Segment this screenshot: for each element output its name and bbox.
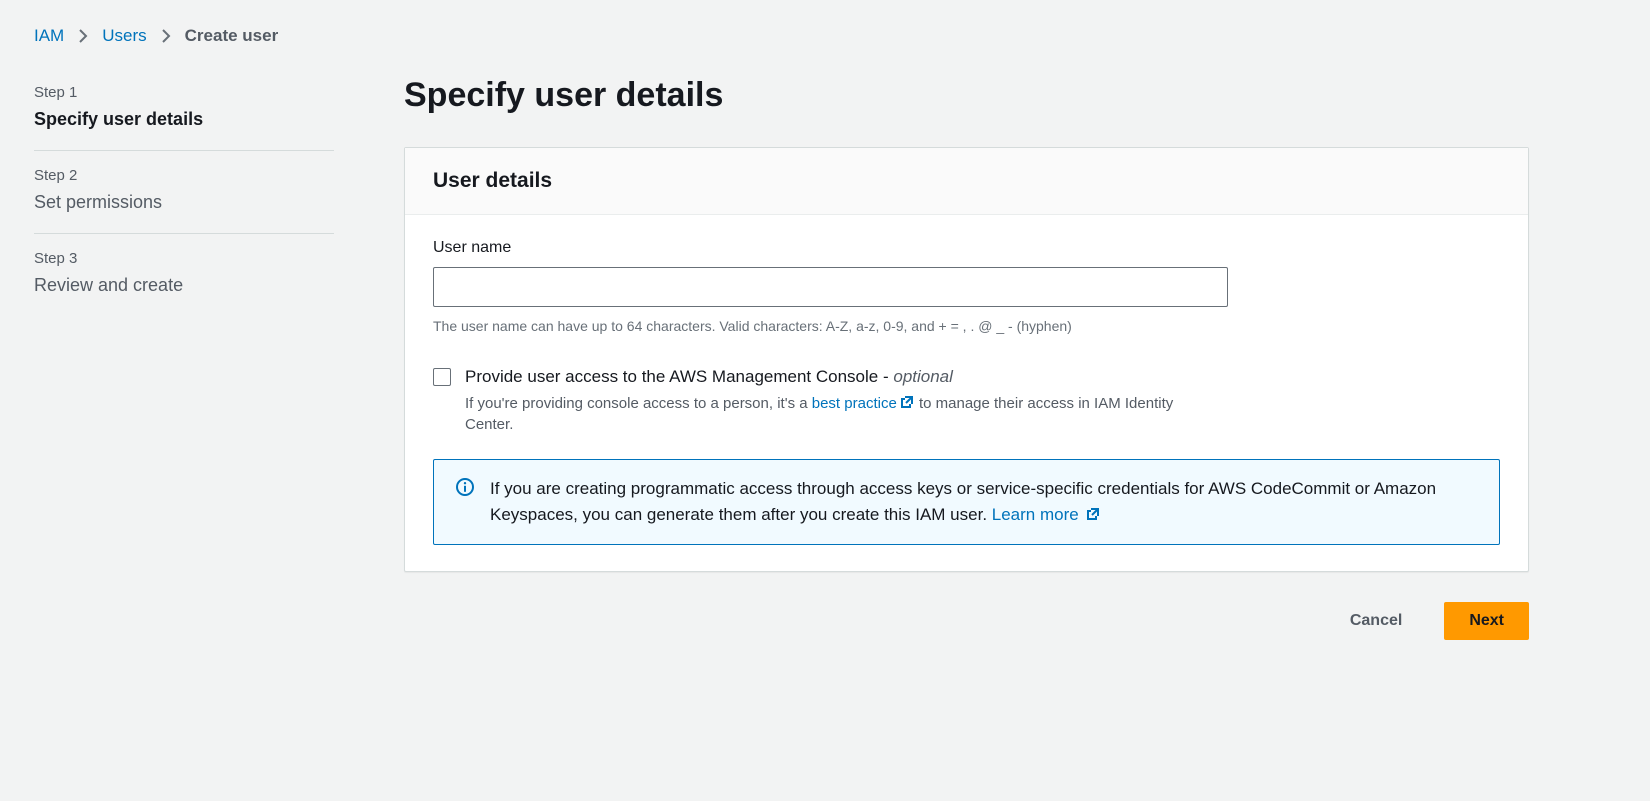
best-practice-link-text: best practice: [812, 395, 897, 412]
wizard-step-3[interactable]: Step 3 Review and create: [34, 234, 334, 316]
console-access-label[interactable]: Provide user access to the AWS Managemen…: [465, 367, 953, 386]
page-title: Specify user details: [404, 72, 1529, 120]
chevron-right-icon: [161, 29, 171, 43]
info-alert-body: If you are creating programmatic access …: [490, 479, 1436, 524]
wizard-step-1[interactable]: Step 1 Specify user details: [34, 68, 334, 151]
external-link-icon: [1085, 506, 1101, 522]
panel-title: User details: [433, 166, 1500, 195]
step-kicker: Step 2: [34, 165, 334, 186]
next-button[interactable]: Next: [1444, 602, 1529, 640]
console-access-label-optional: optional: [893, 367, 953, 386]
external-link-icon: [899, 394, 915, 410]
breadcrumb-link-users[interactable]: Users: [102, 24, 146, 48]
main-content: Specify user details User details User n…: [404, 68, 1529, 640]
wizard-actions: Cancel Next: [404, 602, 1529, 640]
info-icon: [456, 478, 474, 502]
wizard-step-2[interactable]: Step 2 Set permissions: [34, 151, 334, 234]
step-title: Specify user details: [34, 107, 334, 132]
step-title: Set permissions: [34, 190, 334, 215]
best-practice-link[interactable]: best practice: [812, 395, 915, 412]
cancel-button[interactable]: Cancel: [1326, 602, 1426, 640]
username-hint: The user name can have up to 64 characte…: [433, 317, 1500, 337]
console-access-description: If you're providing console access to a …: [465, 393, 1185, 435]
console-access-desc-before: If you're providing console access to a …: [465, 395, 812, 412]
info-alert: If you are creating programmatic access …: [433, 459, 1500, 546]
learn-more-link-text: Learn more: [992, 505, 1079, 524]
breadcrumb-current: Create user: [185, 24, 279, 48]
step-kicker: Step 1: [34, 82, 334, 103]
console-access-label-main: Provide user access to the AWS Managemen…: [465, 367, 893, 386]
info-alert-text: If you are creating programmatic access …: [490, 476, 1477, 529]
console-access-checkbox[interactable]: [433, 368, 451, 386]
panel-header: User details: [405, 148, 1528, 214]
username-input[interactable]: [433, 267, 1228, 307]
user-details-panel: User details User name The user name can…: [404, 147, 1529, 572]
breadcrumb: IAM Users Create user: [34, 24, 1616, 48]
chevron-right-icon: [78, 29, 88, 43]
breadcrumb-link-iam[interactable]: IAM: [34, 24, 64, 48]
step-title: Review and create: [34, 273, 334, 298]
learn-more-link[interactable]: Learn more: [992, 505, 1102, 524]
username-label: User name: [433, 237, 1500, 259]
wizard-steps: Step 1 Specify user details Step 2 Set p…: [34, 68, 334, 317]
step-kicker: Step 3: [34, 248, 334, 269]
